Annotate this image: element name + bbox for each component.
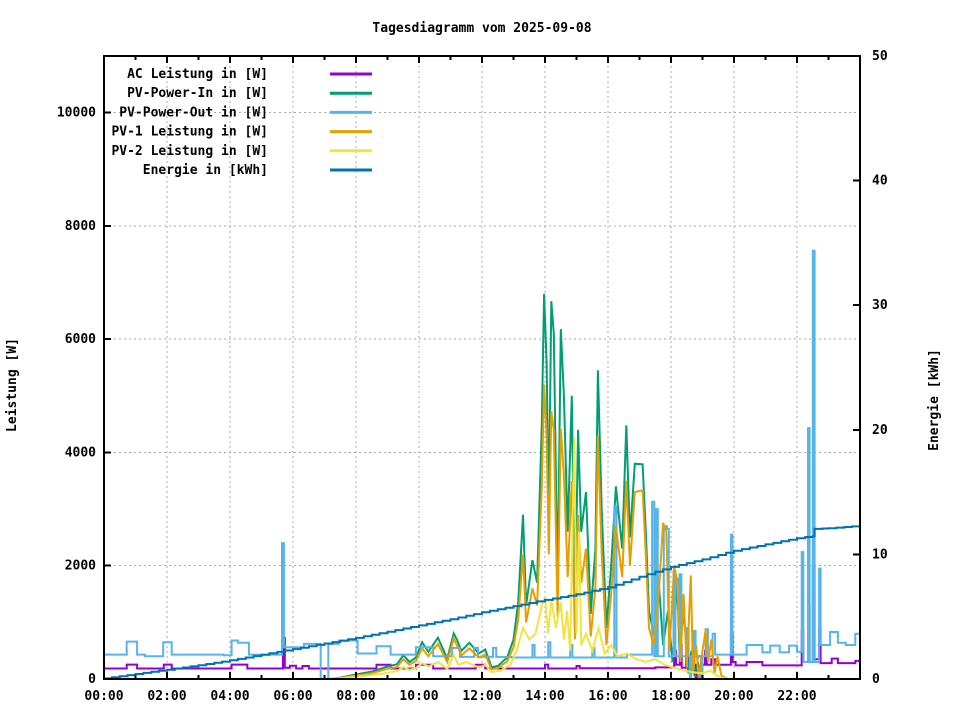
y-right-tick-label: 10 (872, 547, 888, 562)
x-tick-label: 18:00 (651, 689, 690, 704)
legend-label-pv-1-leistung: PV-1 Leistung in [W] (111, 125, 268, 140)
x-tick-label: 06:00 (273, 689, 312, 704)
legend-label-pv-power-out: PV-Power-Out in [W] (119, 105, 268, 120)
x-tick-label: 16:00 (588, 689, 627, 704)
legend-label-pv-power-in: PV-Power-In in [W] (127, 86, 268, 101)
y-right-tick-label: 30 (872, 298, 888, 313)
y-left-tick-label: 4000 (65, 445, 96, 460)
y-right-tick-label: 20 (872, 423, 888, 438)
y-left-tick-label: 8000 (65, 219, 96, 234)
x-tick-label: 04:00 (210, 689, 249, 704)
tagesdiagramm-chart: Tagesdiagramm vom 2025-09-08 Leistung [W… (0, 0, 960, 720)
y-right-axis-title: Energie [kWh] (927, 349, 942, 451)
x-tick-label: 02:00 (147, 689, 186, 704)
chart-title: Tagesdiagramm vom 2025-09-08 (372, 21, 591, 36)
y-left-tick-label: 0 (88, 672, 96, 687)
x-tick-label: 10:00 (399, 689, 438, 704)
y-left-tick-label: 6000 (65, 332, 96, 347)
legend-label-ac-leistung: AC Leistung in [W] (127, 67, 268, 82)
legend-label-pv-2-leistung: PV-2 Leistung in [W] (111, 144, 268, 159)
x-tick-label: 22:00 (777, 689, 816, 704)
legend-label-energie: Energie in [kWh] (143, 163, 268, 178)
x-tick-label: 00:00 (84, 689, 123, 704)
y-left-axis-title: Leistung [W] (5, 338, 20, 432)
y-left-tick-label: 2000 (65, 559, 96, 574)
y-right-tick-label: 40 (872, 174, 888, 189)
y-right-tick-label: 50 (872, 49, 888, 64)
y-left-tick-label: 10000 (57, 106, 96, 121)
x-tick-label: 12:00 (462, 689, 501, 704)
x-tick-label: 08:00 (336, 689, 375, 704)
tagesdiagramm-page: Tagesdiagramm vom 2025-09-08 Leistung [W… (0, 0, 960, 720)
x-tick-label: 14:00 (525, 689, 564, 704)
y-right-tick-label: 0 (872, 672, 880, 687)
x-tick-label: 20:00 (714, 689, 753, 704)
